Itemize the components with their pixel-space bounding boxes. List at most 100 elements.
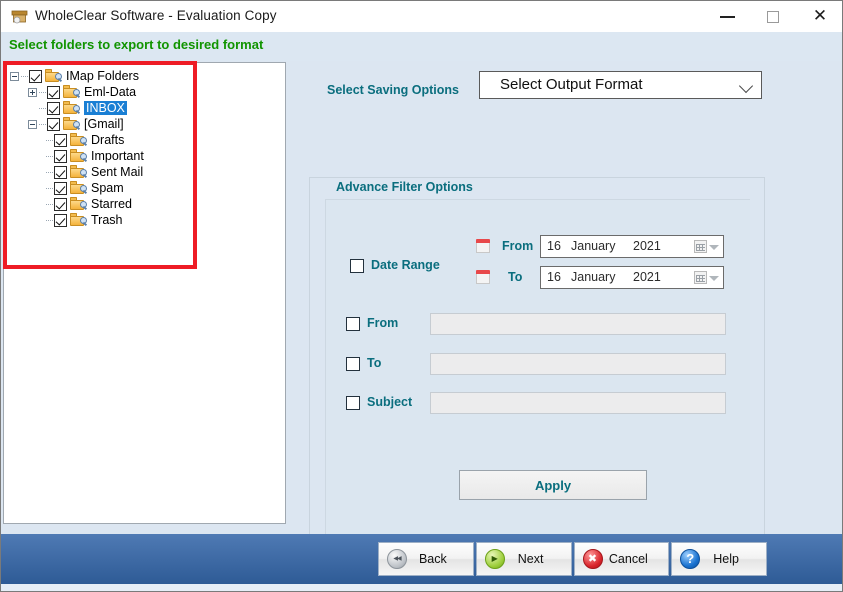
minimize-button[interactable] xyxy=(705,1,751,31)
instruction-text: Select folders to export to desired form… xyxy=(9,37,263,52)
date-from-day: 16 xyxy=(547,239,561,253)
date-to-month: January xyxy=(571,270,615,284)
question-icon xyxy=(680,549,700,569)
tree-item-label: IMap Folders xyxy=(66,69,139,83)
chevron-down-icon xyxy=(739,79,753,93)
select-saving-options-label: Select Saving Options xyxy=(327,83,459,97)
subject-input[interactable] xyxy=(430,392,726,414)
date-range-label: Date Range xyxy=(371,258,440,272)
folder-icon xyxy=(63,85,80,99)
subject-checkbox[interactable] xyxy=(346,396,360,410)
collapse-icon[interactable] xyxy=(28,120,37,129)
next-button-label: Next xyxy=(505,552,571,566)
calendar-icon-from xyxy=(476,239,490,253)
help-button-label: Help xyxy=(700,552,766,566)
output-format-dropdown[interactable]: Select Output Format xyxy=(479,71,762,99)
tree-connector xyxy=(46,140,53,141)
tree-checkbox[interactable] xyxy=(47,86,60,99)
folder-tree-panel[interactable]: IMap Folders Eml-Data xyxy=(3,62,286,524)
tree-connector xyxy=(39,108,46,109)
tree-item-important[interactable]: Important xyxy=(46,148,144,164)
tree-connector xyxy=(21,76,28,77)
date-range-checkbox[interactable] xyxy=(350,259,364,273)
rewind-icon xyxy=(387,549,407,569)
tree-item-label: Trash xyxy=(91,213,123,227)
tree-item-label: INBOX xyxy=(84,101,127,115)
calendar-grid-icon[interactable] xyxy=(694,271,707,284)
tree-checkbox[interactable] xyxy=(54,150,67,163)
tree-item-label: Important xyxy=(91,149,144,163)
dropdown-arrow-icon[interactable] xyxy=(709,245,719,250)
tree-item-gmail[interactable]: [Gmail] xyxy=(28,116,144,132)
expand-icon[interactable] xyxy=(28,88,37,97)
to-input[interactable] xyxy=(430,353,726,375)
tree-checkbox[interactable] xyxy=(54,182,67,195)
tree-item-inbox[interactable]: INBOX xyxy=(28,100,144,116)
to-checkbox[interactable] xyxy=(346,357,360,371)
tree-item-spam[interactable]: Spam xyxy=(46,180,144,196)
tree-item-label: Eml-Data xyxy=(84,85,136,99)
tree-connector xyxy=(39,92,46,93)
tree-checkbox[interactable] xyxy=(54,166,67,179)
tree-item-sent-mail[interactable]: Sent Mail xyxy=(46,164,144,180)
tree-connector xyxy=(46,204,53,205)
tree-checkbox[interactable] xyxy=(54,134,67,147)
tree-item-label: Sent Mail xyxy=(91,165,143,179)
tree-connector xyxy=(39,124,46,125)
folder-icon xyxy=(70,197,87,211)
tree-connector xyxy=(46,156,53,157)
from-input[interactable] xyxy=(430,313,726,335)
date-to-input[interactable]: 16 January 2021 xyxy=(540,266,724,289)
tree-item-label: Starred xyxy=(91,197,132,211)
advance-filter-title: Advance Filter Options xyxy=(331,180,478,194)
back-button-label: Back xyxy=(407,552,473,566)
cancel-button[interactable]: Cancel xyxy=(574,542,670,576)
to-label: To xyxy=(367,356,381,370)
minimize-icon xyxy=(720,16,735,18)
tree-connector xyxy=(46,188,53,189)
date-from-input[interactable]: 16 January 2021 xyxy=(540,235,724,258)
folder-icon xyxy=(70,165,87,179)
tree-connector xyxy=(46,172,53,173)
calendar-grid-icon[interactable] xyxy=(694,240,707,253)
tree-checkbox[interactable] xyxy=(54,214,67,227)
window-bottom-edge xyxy=(1,584,843,592)
options-pane: Select Saving Options Select Output Form… xyxy=(301,61,841,533)
help-button[interactable]: Help xyxy=(671,542,767,576)
folder-icon xyxy=(70,213,87,227)
play-icon xyxy=(485,549,505,569)
application-window: WholeClear Software - Evaluation Copy ✕ … xyxy=(0,0,843,592)
date-from-label: From xyxy=(502,239,533,253)
package-icon xyxy=(11,8,29,25)
from-checkbox[interactable] xyxy=(346,317,360,331)
folder-icon xyxy=(63,101,80,115)
maximize-button[interactable] xyxy=(751,1,797,31)
dropdown-arrow-icon[interactable] xyxy=(709,276,719,281)
date-from-year: 2021 xyxy=(633,239,661,253)
back-button[interactable]: Back xyxy=(378,542,474,576)
title-bar: WholeClear Software - Evaluation Copy ✕ xyxy=(1,1,843,33)
tree-item-label: Spam xyxy=(91,181,124,195)
cancel-button-label: Cancel xyxy=(603,552,669,566)
tree-item-imap-folders[interactable]: IMap Folders xyxy=(10,68,144,84)
close-button[interactable]: ✕ xyxy=(797,1,843,31)
tree-item-eml-data[interactable]: Eml-Data xyxy=(28,84,144,100)
cancel-icon xyxy=(583,549,603,569)
close-icon: ✕ xyxy=(797,1,843,31)
tree-item-label: Drafts xyxy=(91,133,124,147)
tree-item-drafts[interactable]: Drafts xyxy=(46,132,144,148)
maximize-icon xyxy=(767,11,779,23)
date-to-label: To xyxy=(508,270,522,284)
collapse-icon[interactable] xyxy=(10,72,19,81)
apply-button[interactable]: Apply xyxy=(459,470,647,500)
tree-checkbox[interactable] xyxy=(54,198,67,211)
from-label: From xyxy=(367,316,398,330)
next-button[interactable]: Next xyxy=(476,542,572,576)
tree-checkbox[interactable] xyxy=(47,118,60,131)
tree-item-starred[interactable]: Starred xyxy=(46,196,144,212)
tree-checkbox[interactable] xyxy=(29,70,42,83)
tree-item-trash[interactable]: Trash xyxy=(46,212,144,228)
instruction-bar: Select folders to export to desired form… xyxy=(1,32,843,61)
date-from-month: January xyxy=(571,239,615,253)
tree-checkbox[interactable] xyxy=(47,102,60,115)
